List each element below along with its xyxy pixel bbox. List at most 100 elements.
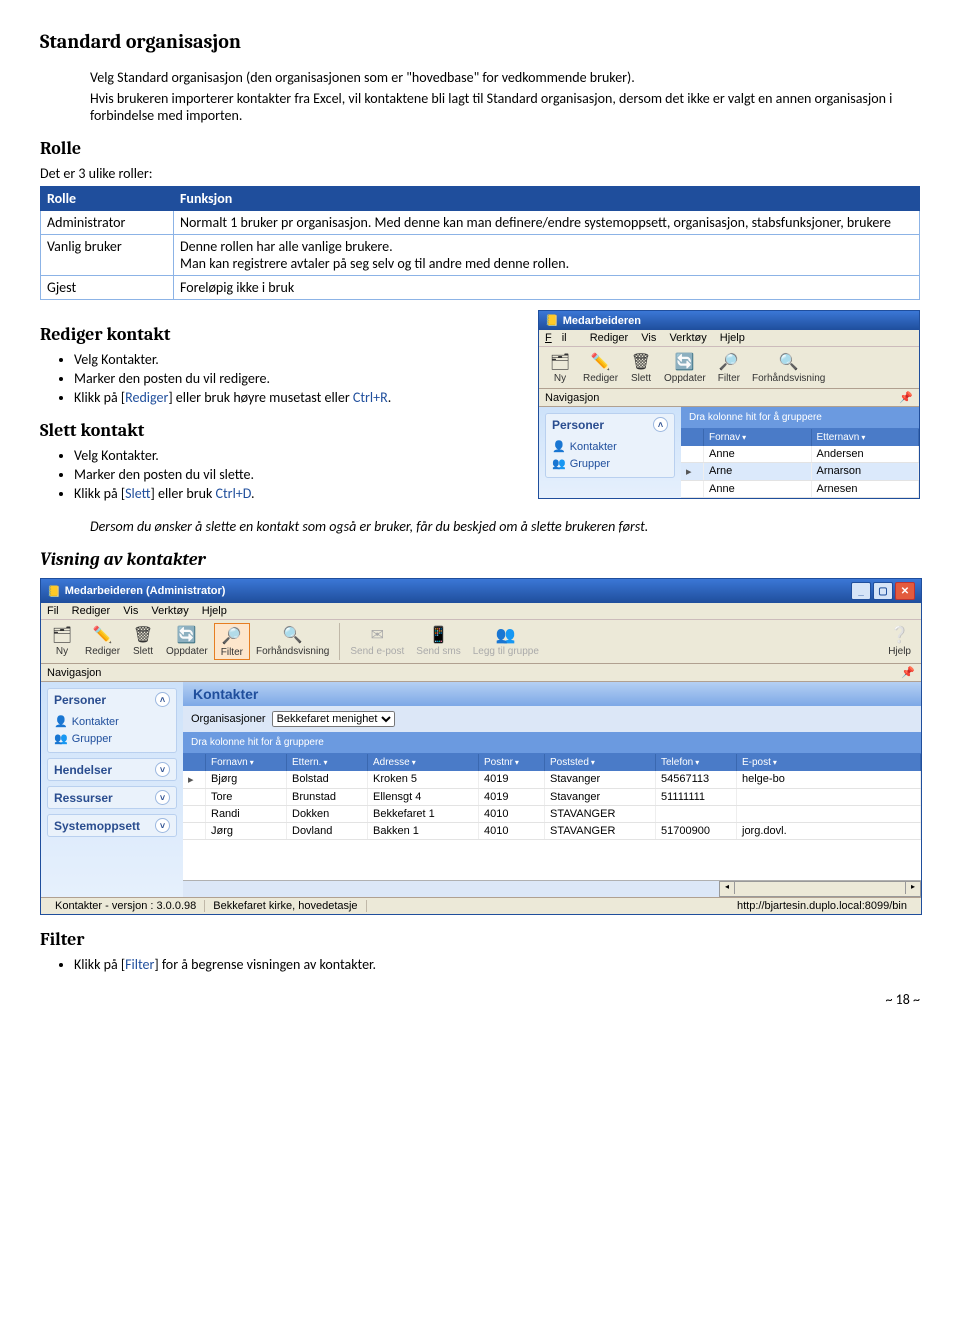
menu-hjelp[interactable]: Hjelp — [202, 605, 227, 617]
heading-rediger-kontakt: Rediger kontakt — [40, 324, 522, 345]
grid-row[interactable]: ▸ArneArnarson — [681, 463, 919, 481]
titlebar[interactable]: 📒 Medarbeideren (Administrator) _ ▢ ✕ — [41, 579, 921, 603]
toolbar: Ny Rediger Slett Oppdater Filter Forhånd… — [539, 347, 919, 389]
sidebar-item-grupper[interactable]: 👥Grupper — [52, 730, 172, 747]
filter-step: Klikk på [Filter] for å begrense visning… — [74, 956, 920, 973]
tool-slett[interactable]: Slett — [126, 623, 160, 660]
sidebar-item-kontakter[interactable]: 👤Kontakter — [52, 713, 172, 730]
sidebar: Personer˄ 👤Kontakter 👥Grupper — [539, 407, 681, 498]
slett-note: Dersom du ønsker å slette en kontakt som… — [90, 518, 920, 535]
titlebar[interactable]: 📒 Medarbeideren — [539, 311, 919, 330]
nav-panel-label: Navigasjon📌 — [539, 389, 919, 407]
sidegroup-header[interactable]: Ressurser˅ — [48, 787, 176, 808]
menu-verktoy[interactable]: Verktøy — [151, 605, 188, 617]
tool-send-sms[interactable]: Send sms — [410, 623, 466, 660]
tool-forhandsvisning[interactable]: Forhåndsvisning — [250, 623, 335, 660]
nav-panel-label: Navigasjon📌 — [41, 664, 921, 682]
slett-step-1: Velg Kontakter. — [74, 447, 522, 464]
trash-icon — [132, 624, 154, 646]
heading-standard-organisasjon: Standard organisasjon — [40, 30, 920, 53]
main-grid-area: Kontakter Organisasjoner Bekkefaret meni… — [183, 682, 921, 897]
heading-slett-kontakt: Slett kontakt — [40, 420, 522, 441]
pin-icon[interactable]: 📌 — [901, 666, 915, 679]
refresh-icon — [176, 624, 198, 646]
tool-slett[interactable]: Slett — [624, 350, 658, 385]
sidegroup-header[interactable]: Personer˄ — [546, 414, 674, 435]
grid-row[interactable]: RandiDokkenBekkefaret 14010STAVANGER — [183, 806, 921, 823]
tool-forhandsvisning[interactable]: Forhåndsvisning — [746, 350, 831, 385]
menu-hjelp[interactable]: Hjelp — [720, 332, 745, 344]
col-fornavn[interactable]: Fornav — [704, 429, 812, 446]
menu-rediger[interactable]: Rediger — [72, 605, 111, 617]
sidebar-item-grupper[interactable]: 👥Grupper — [550, 455, 670, 472]
col-poststed[interactable]: Poststed — [545, 754, 656, 771]
sms-icon — [428, 624, 450, 646]
menu-vis[interactable]: Vis — [641, 332, 656, 344]
tool-filter[interactable]: Filter — [712, 350, 746, 385]
sidebar-item-kontakter[interactable]: 👤Kontakter — [550, 438, 670, 455]
menu-fil[interactable]: Fil — [47, 605, 59, 617]
role-table-th-rolle: Rolle — [41, 187, 174, 211]
col-epost[interactable]: E-post — [737, 754, 921, 771]
col-etternavn[interactable]: Ettern. — [287, 754, 368, 771]
heading-filter: Filter — [40, 929, 920, 950]
menu-vis[interactable]: Vis — [123, 605, 138, 617]
tool-legg-til-gruppe[interactable]: Legg til gruppe — [467, 623, 545, 660]
group-drop-area[interactable]: Dra kolonne hit for å gruppere — [681, 407, 919, 429]
menu-fil[interactable]: Fil — [545, 332, 577, 344]
role-cell-rolle: Gjest — [41, 276, 174, 300]
sidegroup-ressurser: Ressurser˅ — [47, 786, 177, 809]
tool-ny[interactable]: Ny — [543, 350, 577, 385]
menu-verktoy[interactable]: Verktøy — [669, 332, 706, 344]
sidegroup-header[interactable]: Personer˄ — [48, 689, 176, 710]
col-fornavn[interactable]: Fornavn — [206, 754, 287, 771]
rediger-step-2: Marker den posten du vil redigere. — [74, 370, 522, 387]
col-etternavn[interactable]: Etternavn — [812, 429, 920, 446]
group-icon: 👥 — [552, 457, 566, 470]
tool-hjelp[interactable]: Hjelp — [882, 623, 917, 660]
status-url: http://bjartesin.duplo.local:8099/bin — [729, 900, 915, 912]
tool-oppdater[interactable]: Oppdater — [658, 350, 712, 385]
contacts-icon: 👤 — [54, 715, 68, 728]
sidegroup-header[interactable]: Hendelser˅ — [48, 759, 176, 780]
sidegroup-personer: Personer˄ 👤Kontakter 👥Grupper — [47, 688, 177, 753]
grid-row[interactable]: JørgDovlandBakken 14010STAVANGER51700900… — [183, 823, 921, 840]
heading-rolle: Rolle — [40, 138, 920, 159]
sidegroup-header[interactable]: Systemoppsett˅ — [48, 815, 176, 836]
grid-header: Fornavn Ettern. Adresse Postnr Poststed … — [183, 754, 921, 771]
menubar: Fil Rediger Vis Verktøy Hjelp — [41, 603, 921, 620]
minimize-button[interactable]: _ — [851, 582, 871, 600]
refresh-icon — [674, 351, 696, 373]
tool-filter[interactable]: Filter — [214, 623, 250, 660]
menu-rediger[interactable]: Rediger — [590, 332, 629, 344]
grid-row[interactable]: AnneArnesen — [681, 481, 919, 498]
screenshot-small-app: 📒 Medarbeideren Fil Rediger Vis Verktøy … — [538, 310, 920, 499]
pin-icon[interactable]: 📌 — [899, 391, 913, 404]
card-icon — [549, 351, 571, 373]
tool-rediger[interactable]: Rediger — [79, 623, 126, 660]
rediger-step-3: Klikk på [Rediger] eller bruk høyre muse… — [74, 389, 522, 406]
maximize-button[interactable]: ▢ — [873, 582, 893, 600]
col-postnr[interactable]: Postnr — [479, 754, 545, 771]
tool-send-epost[interactable]: Send e-post — [344, 623, 410, 660]
group-icon: 👥 — [54, 732, 68, 745]
funnel-icon — [221, 625, 243, 647]
status-version: Kontakter - versjon : 3.0.0.98 — [47, 900, 205, 912]
tool-rediger[interactable]: Rediger — [577, 350, 624, 385]
col-adresse[interactable]: Adresse — [368, 754, 479, 771]
grid-row[interactable]: AnneAndersen — [681, 446, 919, 463]
role-table-row: Gjest Foreløpig ikke i bruk — [41, 276, 920, 300]
group-drop-area[interactable]: Dra kolonne hit for å gruppere — [183, 732, 921, 754]
tool-oppdater[interactable]: Oppdater — [160, 623, 214, 660]
tool-ny[interactable]: Ny — [45, 623, 79, 660]
col-telefon[interactable]: Telefon — [656, 754, 737, 771]
grid-row[interactable]: ▸BjørgBolstadKroken 54019Stavanger545671… — [183, 771, 921, 789]
statusbar: Kontakter - versjon : 3.0.0.98 Bekkefare… — [41, 897, 921, 914]
horizontal-scrollbar[interactable]: ◂ ▸ — [719, 881, 921, 897]
close-button[interactable]: ✕ — [895, 582, 915, 600]
app-icon: 📒 — [545, 314, 559, 327]
grid-row[interactable]: ToreBrunstadEllensgt 44019Stavanger51111… — [183, 789, 921, 806]
mail-icon — [366, 624, 388, 646]
org-select[interactable]: Bekkefaret menighet — [272, 711, 395, 727]
help-icon — [889, 624, 911, 646]
